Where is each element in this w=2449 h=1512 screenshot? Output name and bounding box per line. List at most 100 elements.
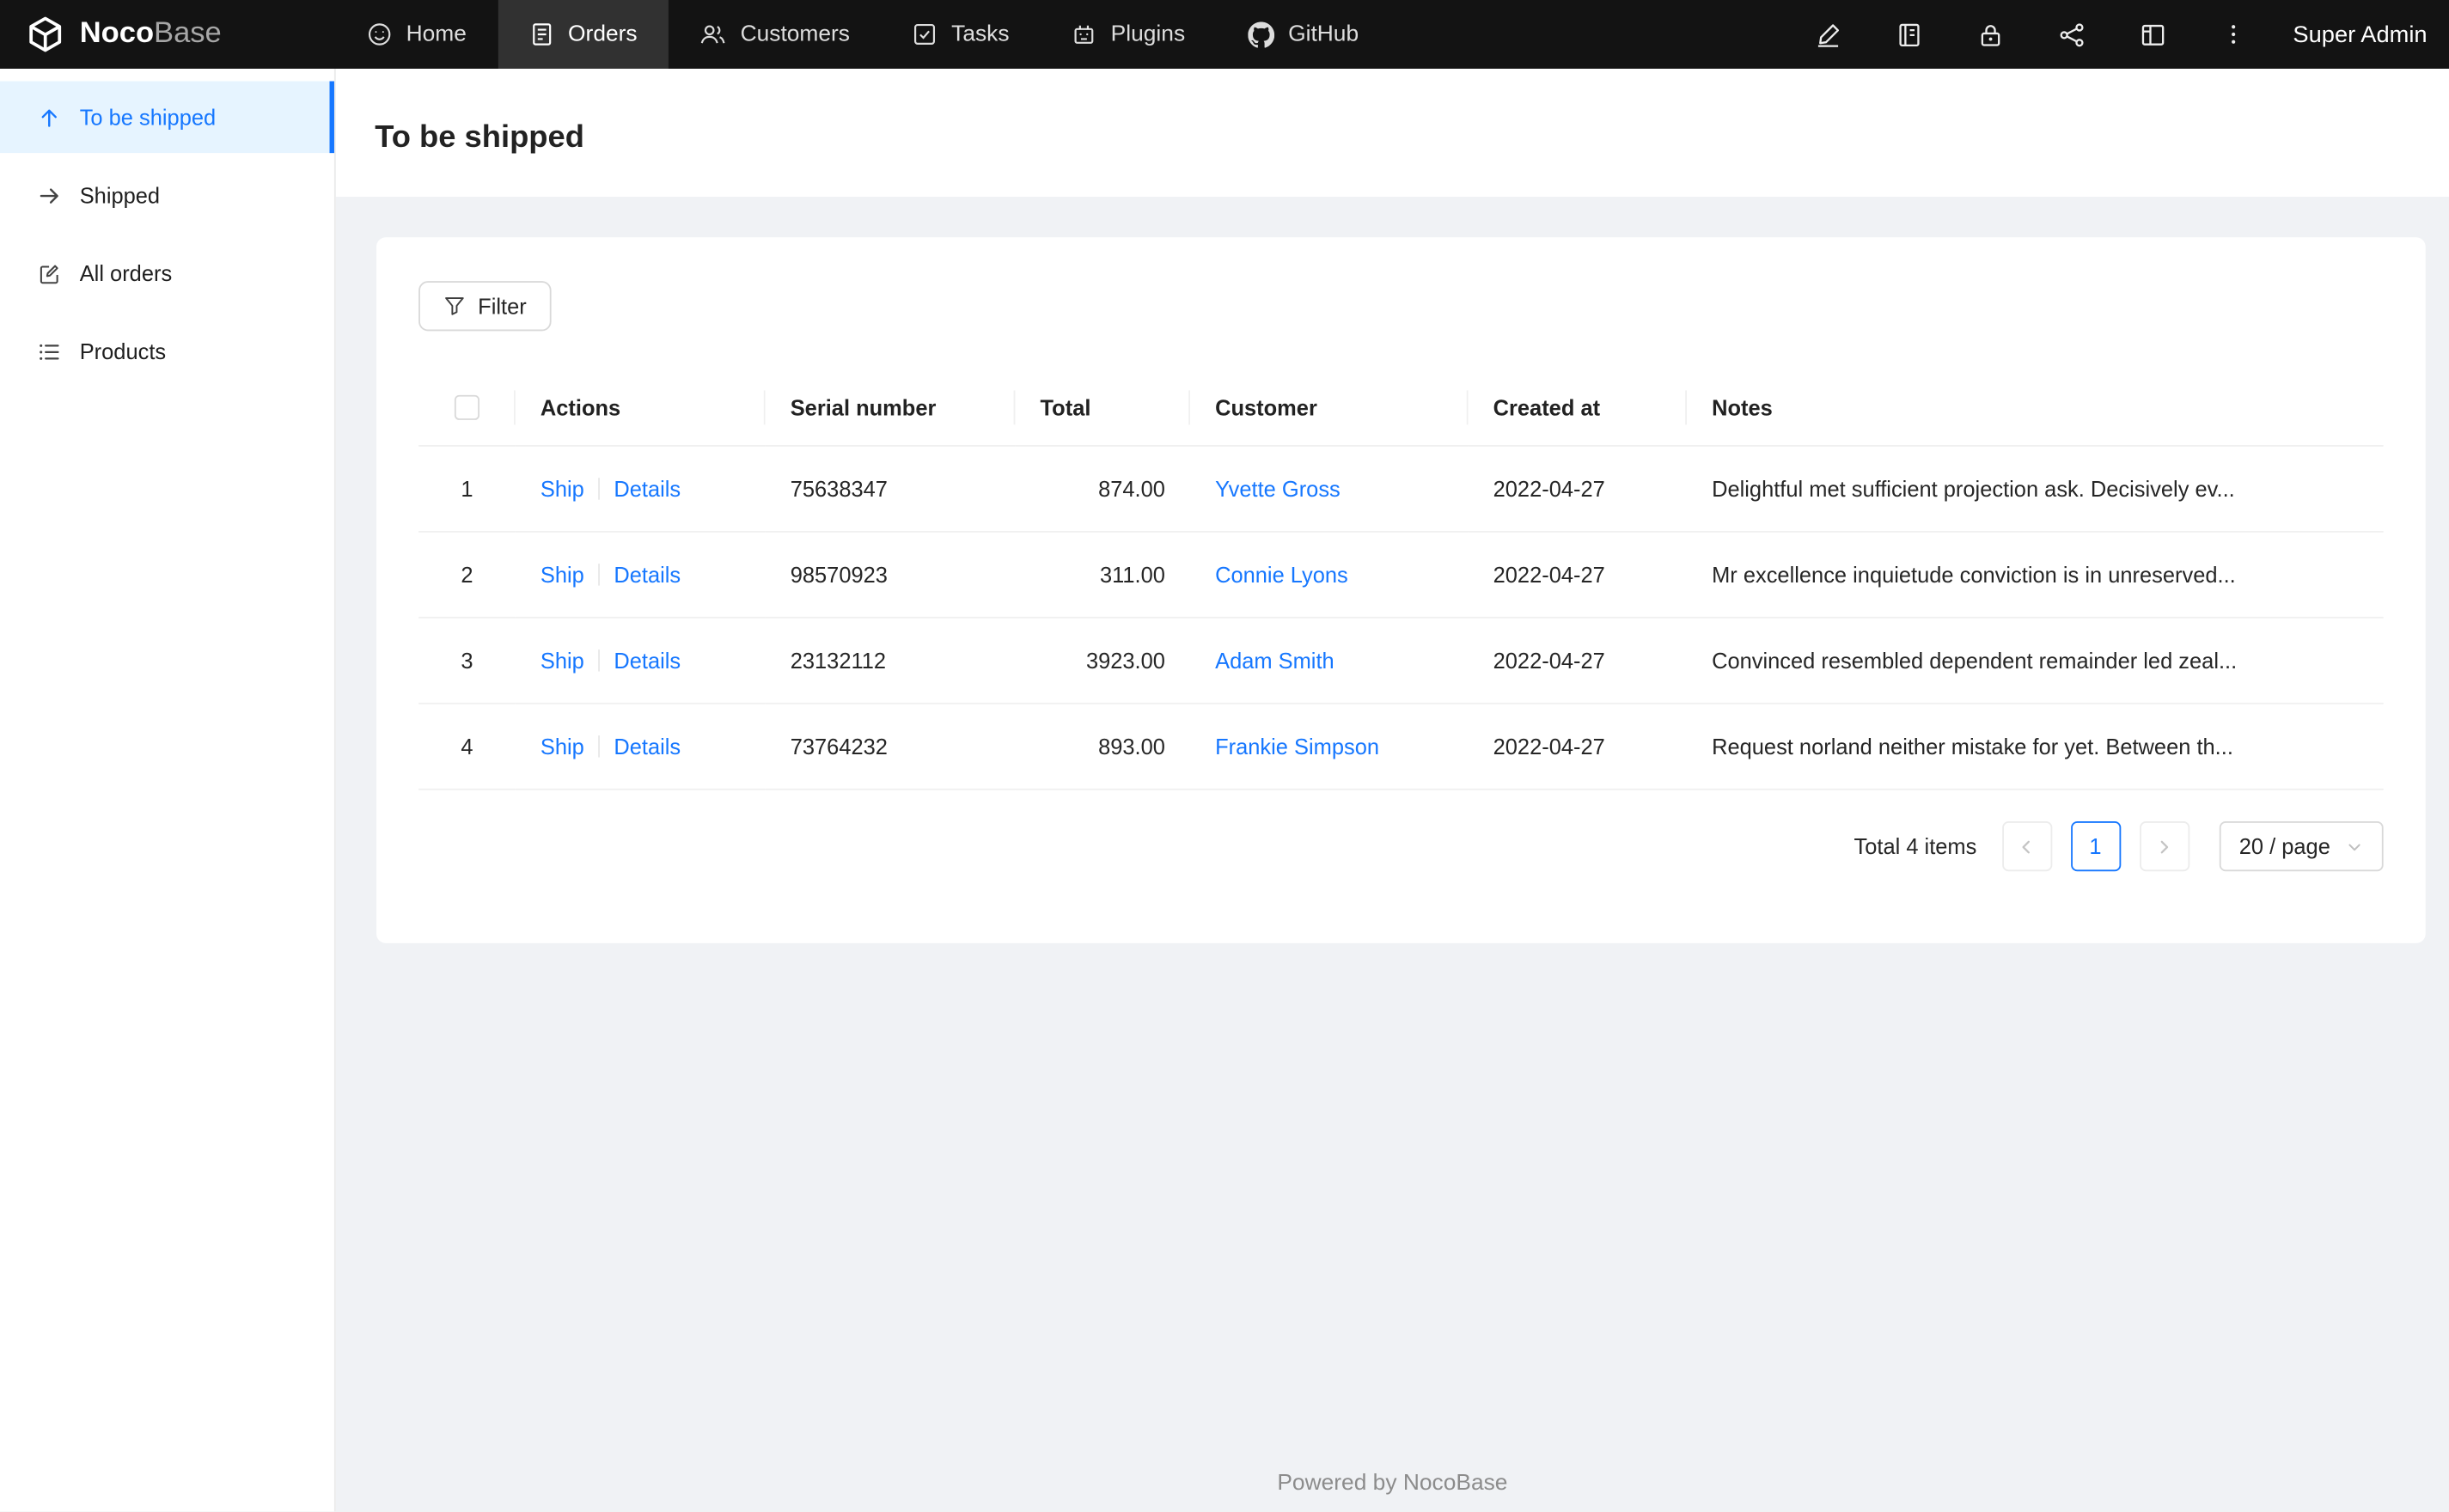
pagination-next-button[interactable] xyxy=(2139,821,2189,872)
table-row: 2 Ship Details 98570923 311.00 Connie Lyo… xyxy=(418,532,2384,619)
customer-cell: Frankie Simpson xyxy=(1190,704,1469,791)
layout-icon xyxy=(2139,21,2165,48)
top-navbar: NocoBase Home Orders Customers Tasks Plu… xyxy=(0,0,2449,69)
details-link[interactable]: Details xyxy=(614,735,681,759)
page-size-select[interactable]: 20 / page xyxy=(2219,821,2384,872)
nav-item-label: Plugins xyxy=(1110,21,1186,47)
ui-editor-button[interactable] xyxy=(1787,0,1869,69)
orders-table-card: Filter Actions Serial number Total Custo… xyxy=(376,237,2426,944)
pagination-total: Total 4 items xyxy=(1854,834,1977,860)
action-divider xyxy=(598,735,601,759)
select-all-checkbox[interactable] xyxy=(454,395,480,421)
row-actions: Ship Details xyxy=(515,446,766,533)
github-icon xyxy=(1247,21,1274,48)
table-header-row: Actions Serial number Total Customer Cre… xyxy=(418,368,2384,448)
user-menu[interactable]: Super Admin xyxy=(2275,21,2427,48)
total-cell: 874.00 xyxy=(1015,446,1191,533)
nav-item-customers[interactable]: Customers xyxy=(669,0,881,69)
ship-link[interactable]: Ship xyxy=(540,735,584,759)
total-cell: 3923.00 xyxy=(1015,618,1191,705)
notes-cell: Delightful met sufficient projection ask… xyxy=(1687,446,2384,533)
column-header-serial-number: Serial number xyxy=(765,368,1016,448)
serial-number-cell: 73764232 xyxy=(765,704,1016,791)
powered-by-link[interactable]: Powered by NocoBase xyxy=(1277,1471,1507,1496)
customer-cell: Yvette Gross xyxy=(1190,446,1469,533)
table-row: 4 Ship Details 73764232 893.00 Frankie Si… xyxy=(418,704,2384,791)
created-at-cell: 2022-04-27 xyxy=(1468,532,1688,619)
sidebar-item-products[interactable]: Products xyxy=(0,315,334,387)
customer-link[interactable]: Yvette Gross xyxy=(1215,477,1341,502)
more-menu-button[interactable] xyxy=(2193,0,2275,69)
notebook-icon xyxy=(1896,21,1922,48)
nav-item-home[interactable]: Home xyxy=(336,0,498,69)
notes-cell: Request norland neither mistake for yet.… xyxy=(1687,704,2384,791)
chevron-left-icon xyxy=(2018,838,2036,856)
lock-icon xyxy=(1976,21,2003,48)
arrow-up-icon xyxy=(38,106,61,129)
content-area: Filter Actions Serial number Total Custo… xyxy=(336,197,2449,944)
total-cell: 311.00 xyxy=(1015,532,1191,619)
column-header-actions: Actions xyxy=(515,368,766,448)
serial-number-cell: 98570923 xyxy=(765,532,1016,619)
robot-icon xyxy=(1072,21,1096,46)
nav-item-orders[interactable]: Orders xyxy=(498,0,669,69)
filter-button[interactable]: Filter xyxy=(418,281,552,332)
check-square-icon xyxy=(913,21,937,46)
sidebar-item-shipped[interactable]: Shipped xyxy=(0,159,334,231)
nav-item-label: Customers xyxy=(740,21,851,47)
ship-link[interactable]: Ship xyxy=(540,477,584,502)
sidebar-item-all-orders[interactable]: All orders xyxy=(0,237,334,309)
nav-item-github[interactable]: GitHub xyxy=(1216,0,1389,69)
pagination-prev-button[interactable] xyxy=(2001,821,2052,872)
notebook-button[interactable] xyxy=(1868,0,1950,69)
action-divider xyxy=(598,564,601,587)
api-network-button[interactable] xyxy=(2031,0,2112,69)
table-row: 1 Ship Details 75638347 874.00 Yvette Gro… xyxy=(418,446,2384,533)
page-size-value: 20 / page xyxy=(2238,834,2330,860)
team-icon xyxy=(699,21,726,46)
sidebar-item-label: All orders xyxy=(79,260,173,286)
lock-button[interactable] xyxy=(1950,0,2031,69)
nav-item-tasks[interactable]: Tasks xyxy=(881,0,1041,69)
column-header-total: Total xyxy=(1015,368,1191,448)
layout-button[interactable] xyxy=(2112,0,2194,69)
column-header-notes: Notes xyxy=(1687,368,2384,448)
total-cell: 893.00 xyxy=(1015,704,1191,791)
customer-cell: Adam Smith xyxy=(1190,618,1469,705)
filter-button-label: Filter xyxy=(478,293,527,319)
sidebar-item-label: Shipped xyxy=(79,182,161,208)
table-row: 3 Ship Details 23132112 3923.00 Adam Smit… xyxy=(418,618,2384,705)
notes-cell: Mr excellence inquietude conviction is i… xyxy=(1687,532,2384,619)
details-link[interactable]: Details xyxy=(614,563,681,588)
customer-link[interactable]: Connie Lyons xyxy=(1215,563,1348,588)
navbar-right-tools: Super Admin xyxy=(1787,0,2449,69)
nav-item-plugins[interactable]: Plugins xyxy=(1041,0,1217,69)
ship-link[interactable]: Ship xyxy=(540,563,584,588)
row-index: 3 xyxy=(418,618,516,705)
details-link[interactable]: Details xyxy=(614,649,681,674)
select-all-header xyxy=(418,368,516,448)
row-index: 4 xyxy=(418,704,516,791)
row-actions: Ship Details xyxy=(515,618,766,705)
sidebar-item-label: Products xyxy=(79,338,167,364)
highlighter-icon xyxy=(1814,21,1841,48)
powered-by-footer: Powered by NocoBase xyxy=(336,1471,2449,1496)
nocobase-logo[interactable]: NocoBase xyxy=(0,0,336,69)
created-at-cell: 2022-04-27 xyxy=(1468,704,1688,791)
details-link[interactable]: Details xyxy=(614,477,681,502)
pagination-page-1[interactable]: 1 xyxy=(2070,821,2121,872)
created-at-cell: 2022-04-27 xyxy=(1468,618,1688,705)
arrow-right-icon xyxy=(38,184,61,207)
column-header-created-at: Created at xyxy=(1468,368,1688,448)
smile-icon xyxy=(367,21,392,46)
unordered-list-icon xyxy=(38,339,61,363)
action-divider xyxy=(598,478,601,501)
ship-link[interactable]: Ship xyxy=(540,649,584,674)
column-header-customer: Customer xyxy=(1190,368,1469,448)
sidebar-item-to-be-shipped[interactable]: To be shipped xyxy=(0,81,334,154)
page-header: To be shipped xyxy=(335,68,2449,198)
customer-link[interactable]: Adam Smith xyxy=(1215,649,1334,674)
customer-link[interactable]: Frankie Simpson xyxy=(1215,735,1379,759)
app-root: NocoBase Home Orders Customers Tasks Plu… xyxy=(0,0,2449,1512)
nav-item-label: Orders xyxy=(568,21,638,47)
